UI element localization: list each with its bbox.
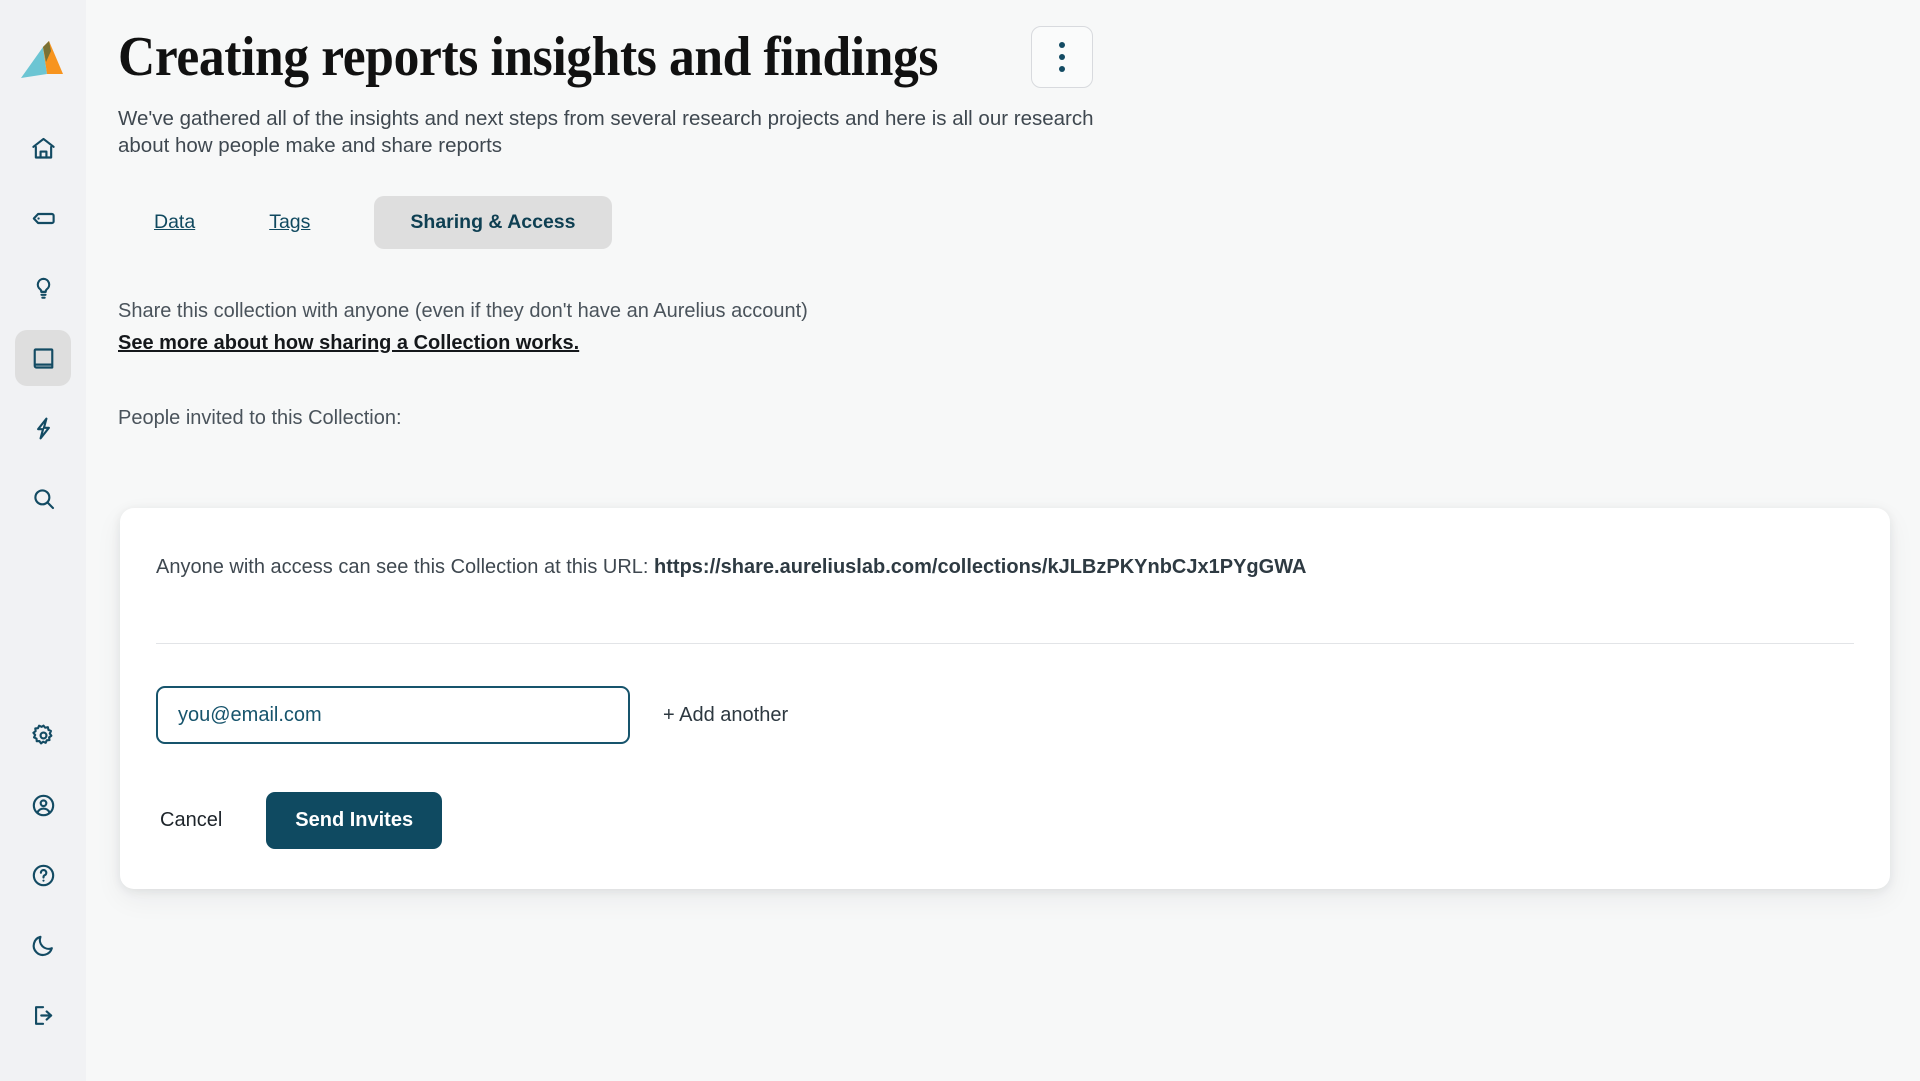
email-field[interactable] — [156, 686, 630, 744]
share-url-line: Anyone with access can see this Collecti… — [154, 546, 1856, 579]
sidebar-item-help[interactable] — [15, 847, 71, 903]
moon-icon — [32, 935, 53, 956]
kebab-dot-3 — [1059, 66, 1066, 73]
tab-sharing-access[interactable]: Sharing & Access — [374, 195, 612, 249]
tab-data[interactable]: Data — [144, 203, 205, 242]
search-icon — [33, 488, 54, 509]
sidebar-nav-primary — [15, 120, 71, 540]
lightning-icon — [36, 417, 50, 439]
main-content: Creating reports insights and findings W… — [86, 0, 1920, 1081]
share-url-prefix: Anyone with access can see this Collecti… — [156, 556, 649, 578]
tab-tags[interactable]: Tags — [259, 203, 320, 242]
sidebar-item-settings[interactable] — [15, 707, 71, 763]
page-subtitle: We've gathered all of the insights and n… — [118, 106, 1094, 158]
sidebar-item-dark-mode[interactable] — [15, 917, 71, 973]
sidebar-item-tags[interactable] — [15, 190, 71, 246]
send-invites-button[interactable]: Send Invites — [266, 792, 443, 849]
page-header: Creating reports insights and findings — [86, 0, 1920, 89]
card-divider — [156, 643, 1854, 644]
sidebar-item-search[interactable] — [15, 470, 71, 526]
add-another-button[interactable]: + Add another — [663, 704, 788, 727]
kebab-dot-1 — [1059, 42, 1066, 49]
logo-mark — [21, 41, 63, 78]
sharing-help-link[interactable]: See more about how sharing a Collection … — [118, 332, 579, 355]
sidebar-item-account[interactable] — [15, 777, 71, 833]
profile-icon — [32, 794, 54, 816]
invited-people-label: People invited to this Collection: — [118, 406, 402, 429]
aurelius-logo[interactable] — [19, 34, 67, 84]
more-options-button[interactable] — [1031, 26, 1094, 89]
tab-bar: Data Tags Sharing & Access — [118, 195, 1920, 249]
kebab-dot-2 — [1059, 54, 1066, 61]
lightbulb-icon — [36, 277, 50, 299]
book-icon — [33, 347, 53, 369]
sidebar — [0, 0, 86, 1081]
share-url-value[interactable]: https://share.aureliuslab.com/collection… — [654, 556, 1306, 578]
home-icon — [31, 137, 55, 159]
invite-email-row: + Add another — [156, 686, 1856, 744]
share-settings-card: Anyone with access can see this Collecti… — [120, 508, 1890, 889]
cancel-button[interactable]: Cancel — [156, 801, 226, 840]
sidebar-item-collections[interactable] — [15, 330, 71, 386]
logout-icon — [34, 1005, 52, 1025]
page-title: Creating reports insights and findings — [118, 26, 939, 88]
invite-actions-row: Cancel Send Invites — [156, 792, 1856, 849]
help-icon — [32, 864, 54, 886]
gear-icon — [31, 724, 52, 744]
sidebar-item-insights[interactable] — [15, 260, 71, 316]
sidebar-nav-secondary — [15, 707, 71, 1057]
sidebar-item-logout[interactable] — [15, 987, 71, 1043]
sharing-description: Share this collection with anyone (even … — [118, 299, 808, 322]
tag-icon — [32, 212, 55, 224]
sidebar-item-home[interactable] — [15, 120, 71, 176]
sidebar-item-activity[interactable] — [15, 400, 71, 456]
